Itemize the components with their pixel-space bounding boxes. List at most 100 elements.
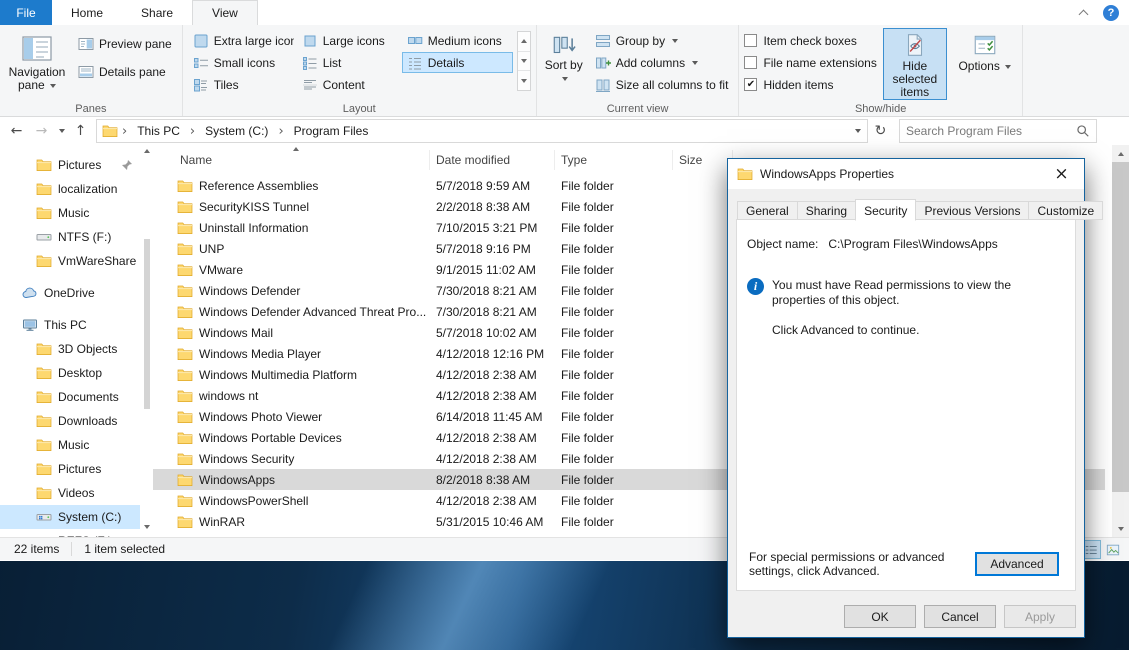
advanced-button[interactable]: Advanced xyxy=(975,552,1059,576)
file-date: 4/12/2018 2:38 AM xyxy=(430,452,555,466)
add-columns-button[interactable]: Add columns xyxy=(590,52,734,73)
hide-selected-items-button[interactable]: Hide selected items xyxy=(883,28,947,100)
sidebar-item-pictures[interactable]: Pictures xyxy=(0,153,140,177)
details-pane-button[interactable]: Details pane xyxy=(73,61,177,82)
dialog-tab-previous-versions[interactable]: Previous Versions xyxy=(915,201,1029,220)
help-icon[interactable]: ? xyxy=(1103,5,1119,21)
dialog-tab-sharing[interactable]: Sharing xyxy=(797,201,856,220)
search-icon[interactable] xyxy=(1076,124,1090,138)
layout-option-extra-large-icons[interactable]: Extra large icons xyxy=(188,30,295,51)
file-name-extensions-checkbox[interactable]: File name extensions xyxy=(744,52,876,73)
sidebar-item-localization[interactable]: localization xyxy=(0,177,140,201)
file-type: File folder xyxy=(555,368,673,382)
scrollbar-thumb[interactable] xyxy=(1112,162,1129,492)
dialog-tab-security[interactable]: Security xyxy=(855,199,916,221)
scroll-up-icon[interactable] xyxy=(144,149,150,153)
folder-icon xyxy=(36,486,52,500)
ok-button[interactable]: OK xyxy=(844,605,916,628)
gallery-scroll-up-button[interactable] xyxy=(518,32,530,52)
refresh-button[interactable]: ↻ xyxy=(868,119,893,143)
layout-option-content[interactable]: Content xyxy=(297,74,400,95)
tab-file[interactable]: File xyxy=(0,0,52,25)
layout-option-tiles[interactable]: Tiles xyxy=(188,74,295,95)
sidebar-item-videos[interactable]: Videos xyxy=(0,481,140,505)
dialog-tab-customize[interactable]: Customize xyxy=(1028,201,1103,220)
close-icon[interactable]: × xyxy=(1039,159,1084,189)
group-by-button[interactable]: Group by xyxy=(590,30,734,51)
layout-option-list[interactable]: List xyxy=(297,52,400,73)
recent-locations-chevron[interactable] xyxy=(54,119,68,143)
group-by-icon xyxy=(595,33,611,49)
scrollbar-thumb[interactable] xyxy=(144,239,150,409)
dialog-title-bar[interactable]: WindowsApps Properties × xyxy=(728,159,1084,189)
file-list-scrollbar[interactable] xyxy=(1112,145,1129,537)
item-check-boxes-checkbox[interactable]: Item check boxes xyxy=(744,30,876,51)
file-type: File folder xyxy=(555,242,673,256)
dialog-tab-general[interactable]: General xyxy=(737,201,798,220)
file-name: UNP xyxy=(199,242,224,256)
scroll-down-icon[interactable] xyxy=(144,525,150,529)
sidebar-item-pictures-2[interactable]: Pictures xyxy=(0,457,140,481)
folder-icon xyxy=(177,431,193,445)
address-bar[interactable]: › This PC › System (C:) › Program Files xyxy=(96,119,868,143)
file-name: Windows Photo Viewer xyxy=(199,410,322,424)
column-header-name[interactable]: Name xyxy=(153,150,430,170)
layout-option-details[interactable]: Details xyxy=(402,52,513,73)
sort-by-button[interactable]: Sort by xyxy=(542,28,586,95)
navigation-pane-button[interactable]: Navigation pane xyxy=(5,28,69,93)
system-drive-icon xyxy=(36,509,52,525)
file-type: File folder xyxy=(555,221,673,235)
sidebar-item-ntfs-f[interactable]: NTFS (F:) xyxy=(0,225,140,249)
gallery-more-button[interactable] xyxy=(518,71,530,90)
sidebar-item-3d-objects[interactable]: 3D Objects xyxy=(0,337,140,361)
folder-icon xyxy=(177,179,193,193)
options-button[interactable]: Options xyxy=(953,28,1017,100)
address-dropdown-button[interactable] xyxy=(847,129,867,133)
apply-button[interactable]: Apply xyxy=(1004,605,1076,628)
column-header-type[interactable]: Type xyxy=(555,150,673,170)
up-button[interactable]: ↑ xyxy=(68,119,93,143)
folder-icon xyxy=(36,438,52,452)
sidebar-item-music[interactable]: Music xyxy=(0,201,140,225)
gallery-scroll-down-button[interactable] xyxy=(518,52,530,72)
file-date: 4/12/2018 2:38 AM xyxy=(430,494,555,508)
breadcrumb-system-c[interactable]: System (C:) xyxy=(199,120,274,142)
sidebar-item-system-c[interactable]: System (C:) xyxy=(0,505,140,529)
sidebar-item-desktop[interactable]: Desktop xyxy=(0,361,140,385)
sidebar-item-vmwareshare[interactable]: VmWareShare xyxy=(0,249,140,273)
extra-large-icons-icon xyxy=(193,34,209,48)
navigation-pane-scrollbar[interactable] xyxy=(141,149,153,531)
layout-option-medium-icons[interactable]: Medium icons xyxy=(402,30,513,51)
layout-option-large-icons[interactable]: Large icons xyxy=(297,30,400,51)
breadcrumb-program-files[interactable]: Program Files xyxy=(288,120,375,142)
forward-button[interactable]: → xyxy=(29,119,54,143)
file-date: 2/2/2018 8:38 AM xyxy=(430,200,555,214)
sort-by-icon xyxy=(551,33,577,59)
preview-pane-button[interactable]: Preview pane xyxy=(73,33,177,54)
search-input[interactable] xyxy=(906,124,1076,138)
sidebar-item-music-2[interactable]: Music xyxy=(0,433,140,457)
size-all-columns-button[interactable]: Size all columns to fit xyxy=(590,74,734,95)
column-header-size[interactable]: Size xyxy=(673,150,733,170)
ribbon-group-current-view: Sort by Group by Add columns xyxy=(536,25,739,116)
column-header-date-modified[interactable]: Date modified xyxy=(430,150,555,170)
layout-option-small-icons[interactable]: Small icons xyxy=(188,52,295,73)
file-date: 5/7/2018 9:59 AM xyxy=(430,179,555,193)
back-button[interactable]: ← xyxy=(4,119,29,143)
thumbnails-view-button[interactable] xyxy=(1103,540,1123,559)
tab-share[interactable]: Share xyxy=(122,0,192,25)
sidebar-item-refs-f[interactable]: REFS (F:) xyxy=(0,529,140,537)
tab-home[interactable]: Home xyxy=(52,0,122,25)
minimize-ribbon-icon[interactable] xyxy=(1079,8,1089,18)
breadcrumb-this-pc[interactable]: This PC xyxy=(131,120,186,142)
sidebar-item-documents[interactable]: Documents xyxy=(0,385,140,409)
sidebar-item-this-pc[interactable]: This PC xyxy=(0,313,140,337)
properties-dialog: WindowsApps Properties × Object name: C:… xyxy=(727,158,1085,638)
sidebar-item-downloads[interactable]: Downloads xyxy=(0,409,140,433)
hidden-items-checkbox[interactable]: ✔ Hidden items xyxy=(744,74,876,95)
file-type: File folder xyxy=(555,494,673,508)
cancel-button[interactable]: Cancel xyxy=(924,605,996,628)
sidebar-item-onedrive[interactable]: OneDrive xyxy=(0,281,140,305)
checkbox-unchecked-icon xyxy=(744,56,757,69)
tab-view[interactable]: View xyxy=(192,0,258,25)
